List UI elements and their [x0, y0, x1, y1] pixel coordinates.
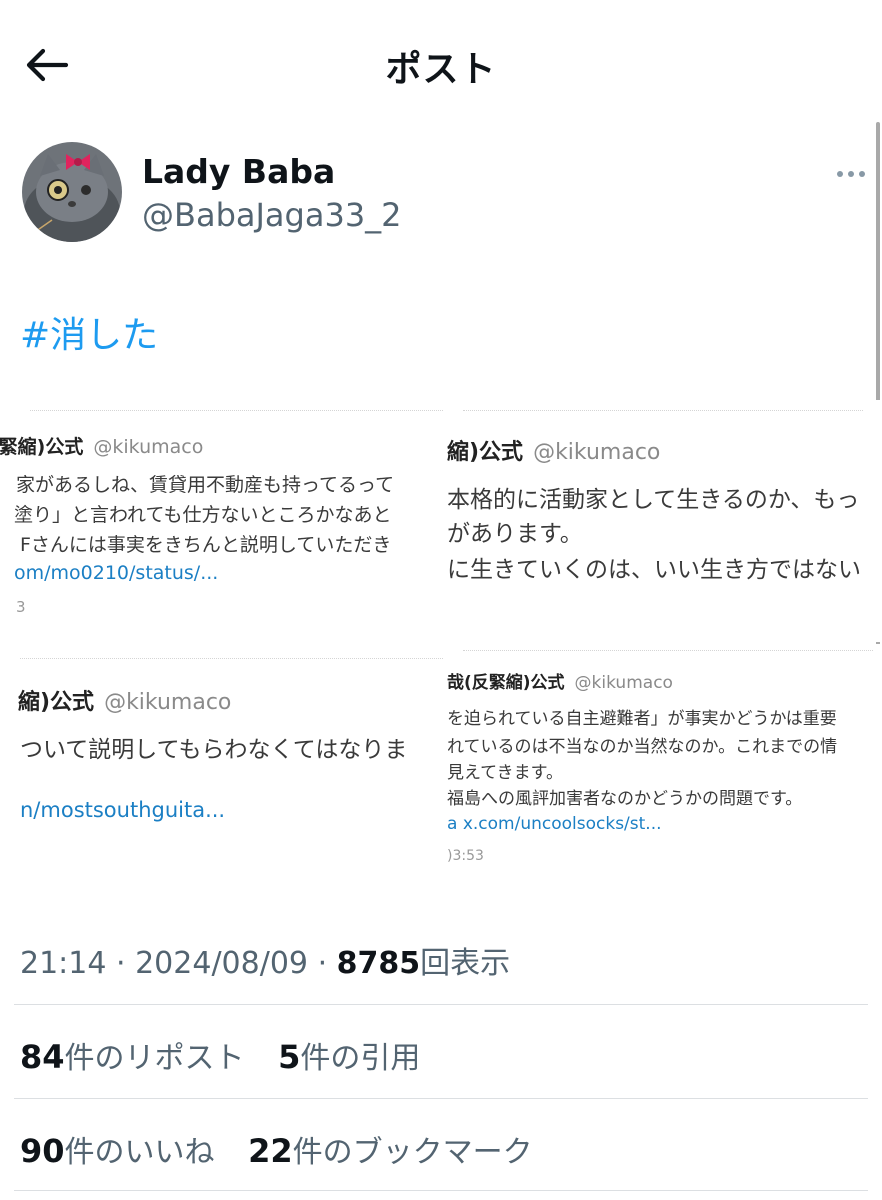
- quote-count-link[interactable]: 5件の引用: [278, 1038, 420, 1076]
- top-bar: ポスト: [0, 0, 882, 130]
- display-name[interactable]: Lady Baba: [142, 152, 335, 191]
- hashtag-link[interactable]: #消した: [20, 306, 158, 358]
- embedded-text: 見えてきます。: [447, 763, 563, 783]
- embedded-text: 塗り」と言われても仕方ないところかなあと: [14, 504, 392, 526]
- like-count-link[interactable]: 90件のいいね: [20, 1132, 215, 1170]
- more-options-icon[interactable]: [830, 160, 872, 188]
- embedded-link[interactable]: om/mo0210/status/...: [14, 562, 218, 584]
- embedded-text: があります。: [447, 521, 583, 547]
- user-handle[interactable]: @BabaJaga33_2: [142, 196, 402, 234]
- bookmark-count-link[interactable]: 22件のブックマーク: [248, 1132, 533, 1170]
- embedded-tweet: 縮)公式 @kikumaco ついて説明してもらわなくてはなりま n/mostso…: [0, 648, 445, 848]
- embedded-text: れているのは不当なのか当然なのか。これまでの情: [447, 737, 838, 757]
- embedded-link[interactable]: a x.com/uncoolsocks/st...: [447, 814, 662, 834]
- divider: [14, 1004, 868, 1005]
- divider: [14, 1190, 868, 1191]
- embedded-text: 福島への風評加害者なのかどうかの問題です。: [447, 789, 803, 809]
- embedded-tweet: 哉(反緊縮)公式 @kikumaco を迫られている自主避難者」が事実かどうかは重…: [443, 644, 882, 880]
- post-image[interactable]: )緊縮)公式@kikumaco 家があるしね、賃貸用不動産も持ってるって 塗り」…: [0, 400, 882, 880]
- embedded-author: 縮)公式 @kikumaco: [447, 440, 661, 465]
- embedded-text: を迫られている自主避難者」が事実かどうかは重要: [447, 709, 837, 729]
- embedded-text: Fさんには事実をきちんと説明していただき: [20, 534, 392, 556]
- embedded-link[interactable]: n/mostsouthguita...: [20, 798, 225, 822]
- avatar[interactable]: [22, 142, 122, 242]
- embedded-author: 哉(反緊縮)公式 @kikumaco: [447, 673, 673, 693]
- post-timestamp: 21:14 · 2024/08/09 · 8785回表示: [20, 946, 511, 981]
- post-date[interactable]: 2024/08/09: [135, 946, 308, 981]
- post-time[interactable]: 21:14: [20, 946, 106, 981]
- repost-stats: 84件のリポスト 5件の引用: [20, 1033, 444, 1077]
- embedded-timestamp: )3:53: [447, 848, 484, 864]
- embedded-text: 家があるしね、賃貸用不動産も持ってるって: [16, 474, 395, 496]
- embedded-tweet: 縮)公式 @kikumaco 本格的に活動家として生きるのか、もっ があります。 …: [443, 400, 882, 642]
- embedded-text: 本格的に活動家として生きるのか、もっ: [447, 487, 860, 513]
- embedded-author: )緊縮)公式@kikumaco: [0, 436, 204, 458]
- embedded-timestamp: 3: [16, 598, 26, 616]
- embedded-tweet: )緊縮)公式@kikumaco 家があるしね、賃貸用不動産も持ってるって 塗り」…: [0, 400, 445, 642]
- embedded-author: 縮)公式 @kikumaco: [18, 690, 232, 715]
- repost-count-link[interactable]: 84件のリポスト: [20, 1038, 245, 1076]
- embedded-text: ついて説明してもらわなくてはなりま: [20, 737, 408, 763]
- embedded-text: に生きていくのは、いい生き方ではない: [447, 557, 861, 583]
- page-title: ポスト: [385, 49, 497, 90]
- view-count: 8785: [336, 946, 421, 981]
- view-count-label: 回表示: [420, 946, 511, 981]
- like-stats: 90件のいいね 22件のブックマーク: [20, 1127, 557, 1171]
- divider: [14, 1098, 868, 1099]
